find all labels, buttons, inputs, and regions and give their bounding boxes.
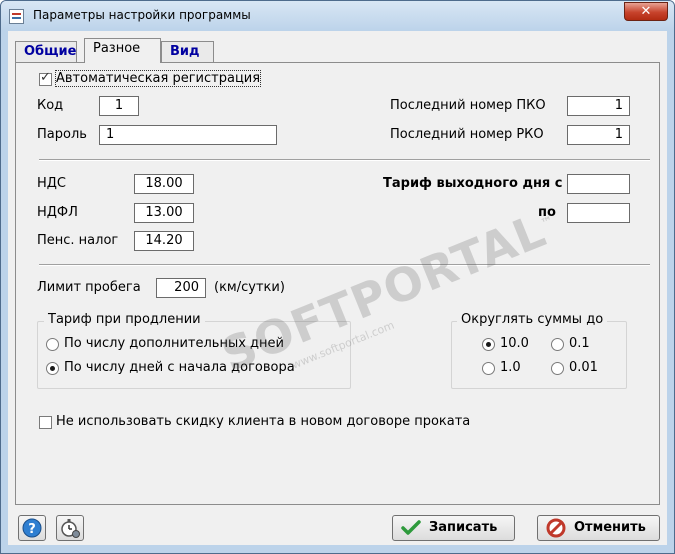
rounding-0-01-label[interactable]: 0.01 — [569, 360, 598, 375]
dialog-client-area: Общие Разное Вид Автоматическая регистра… — [8, 31, 667, 545]
cancel-button-label: Отменить — [574, 520, 646, 535]
extension-option-additional-days-label[interactable]: По числу дополнительных дней — [64, 336, 284, 351]
no-client-discount-checkbox[interactable] — [39, 416, 52, 429]
ndfl-input[interactable]: 13.00 — [134, 203, 194, 223]
settings-timer-button[interactable] — [56, 515, 84, 541]
code-input[interactable]: 1 — [99, 96, 139, 116]
tab-misc-label: Разное — [93, 41, 141, 56]
pension-tax-input[interactable]: 14.20 — [134, 231, 194, 251]
weekend-rate-to-input[interactable] — [567, 203, 630, 223]
extension-rate-title: Тариф при продлении — [44, 312, 205, 327]
weekend-rate-from-label: Тариф выходного дня с — [383, 176, 563, 191]
mileage-limit-unit: (км/сутки) — [214, 280, 285, 295]
cancel-button[interactable]: Отменить — [537, 515, 660, 541]
vat-input[interactable]: 18.00 — [134, 174, 194, 194]
no-client-discount-label[interactable]: Не использовать скидку клиента в новом д… — [56, 414, 470, 429]
rounding-10-radio[interactable] — [482, 338, 495, 351]
checkmark-icon — [401, 520, 421, 535]
close-button[interactable]: ✕ — [624, 2, 668, 21]
code-label: Код — [37, 98, 64, 113]
auto-registration-label[interactable]: Автоматическая регистрация — [54, 70, 262, 87]
separator-2 — [39, 264, 650, 266]
title-bar[interactable]: Параметры настройки программы ✕ — [1, 1, 674, 31]
rounding-0-1-label[interactable]: 0.1 — [569, 336, 590, 351]
help-button[interactable]: ? — [18, 515, 46, 541]
tab-general[interactable]: Общие — [15, 41, 77, 62]
rounding-title: Округлять суммы до — [457, 312, 608, 327]
mileage-limit-label: Лимит пробега — [37, 280, 141, 295]
stopwatch-settings-icon — [61, 519, 80, 538]
rounding-0-01-radio[interactable] — [551, 362, 564, 375]
rounding-1-label[interactable]: 1.0 — [500, 360, 521, 375]
last-rko-label: Последний номер РКО — [390, 127, 544, 142]
auto-registration-checkbox[interactable] — [39, 70, 52, 86]
save-button[interactable]: Записать — [392, 515, 515, 541]
tab-view[interactable]: Вид — [161, 41, 214, 62]
last-rko-input[interactable]: 1 — [567, 125, 630, 145]
tab-panel-misc: Автоматическая регистрация Код 1 Пароль … — [15, 62, 660, 505]
last-pko-label: Последний номер ПКО — [390, 98, 546, 113]
extension-rate-group: Тариф при продлении По числу дополнитель… — [37, 312, 351, 389]
rounding-10-label[interactable]: 10.0 — [500, 336, 529, 351]
window-title: Параметры настройки программы — [33, 8, 251, 22]
mileage-limit-input[interactable]: 200 — [156, 278, 206, 298]
rounding-0-1-radio[interactable] — [551, 338, 564, 351]
vat-label: НДС — [37, 176, 67, 191]
svg-text:?: ? — [28, 522, 36, 537]
weekend-rate-from-input[interactable] — [567, 174, 630, 194]
last-pko-input[interactable]: 1 — [567, 96, 630, 116]
pension-tax-label: Пенс. налог — [37, 233, 119, 248]
rounding-group: Округлять суммы до 10.0 0.1 1.0 0.01 — [451, 312, 627, 389]
help-icon: ? — [22, 518, 42, 538]
extension-option-from-start-label[interactable]: По числу дней с начала договора — [64, 360, 295, 375]
password-input[interactable]: 1 — [99, 125, 277, 145]
save-button-label: Записать — [429, 520, 498, 535]
extension-option-additional-days-radio[interactable] — [46, 338, 59, 351]
app-icon — [9, 9, 24, 24]
rounding-1-radio[interactable] — [482, 362, 495, 375]
weekend-rate-to-label: по — [538, 205, 556, 220]
settings-window: Параметры настройки программы ✕ Общие Ра… — [0, 0, 675, 554]
ndfl-label: НДФЛ — [37, 205, 78, 220]
password-label: Пароль — [37, 127, 87, 142]
extension-option-from-start-radio[interactable] — [46, 362, 59, 375]
tab-misc[interactable]: Разное — [84, 38, 161, 63]
cancel-icon — [546, 518, 566, 538]
separator-1 — [39, 159, 650, 161]
